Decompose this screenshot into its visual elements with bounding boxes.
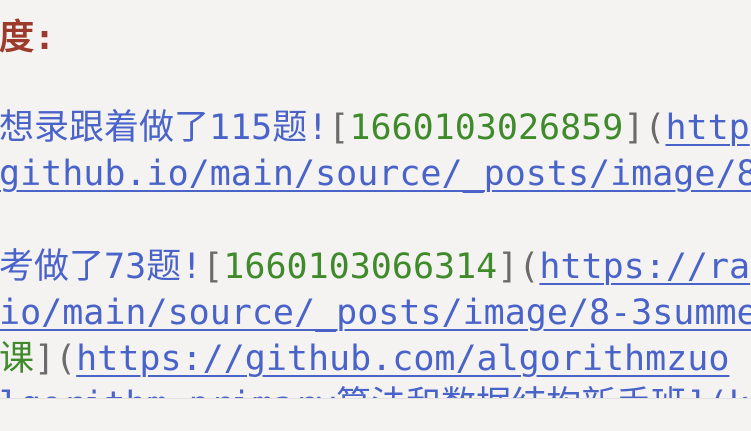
image-link-continued[interactable]: github.io/main/source/_posts/image/8 (0, 154, 751, 194)
bracket-open: [ (202, 247, 224, 287)
markdown-editor[interactable]: 度: 想录跟着做了115题![1660103026859](http githu… (0, 0, 751, 431)
editor-line-4: io/main/source/_posts/image/8-3summe (0, 290, 751, 336)
image-link[interactable]: https://ra (539, 247, 750, 287)
editor-line-1: 想录跟着做了115题![1660103026859](http (0, 105, 750, 151)
section-heading: 度: (0, 18, 56, 58)
line-text: 想录跟着做了115题! (0, 108, 329, 148)
image-link[interactable]: http (665, 108, 749, 148)
line-text: 考做了73题! (0, 247, 203, 287)
image-label: 1660103026859 (349, 108, 624, 148)
bracket-open: [ (328, 108, 350, 148)
line-text: 课 (0, 339, 35, 379)
image-link-continued[interactable]: io/main/source/_posts/image/8-3summe (0, 293, 751, 333)
bracket-close: ] (34, 339, 56, 379)
editor-line-5: 课](https://github.com/algorithmzuo (0, 336, 729, 382)
bracket-close: ] (623, 108, 645, 148)
bracket-close: ] (497, 247, 519, 287)
paren-open: ( (518, 247, 540, 287)
editor-bottom-edge (0, 398, 751, 431)
image-label: 1660103066314 (223, 247, 498, 287)
paren-open: ( (55, 339, 77, 379)
paren-open: ( (644, 108, 666, 148)
editor-line-2: github.io/main/source/_posts/image/8 (0, 151, 751, 197)
repo-link[interactable]: https://github.com/algorithmzuo (76, 339, 729, 379)
editor-line-3: 考做了73题![1660103066314](https://ra (0, 244, 750, 290)
